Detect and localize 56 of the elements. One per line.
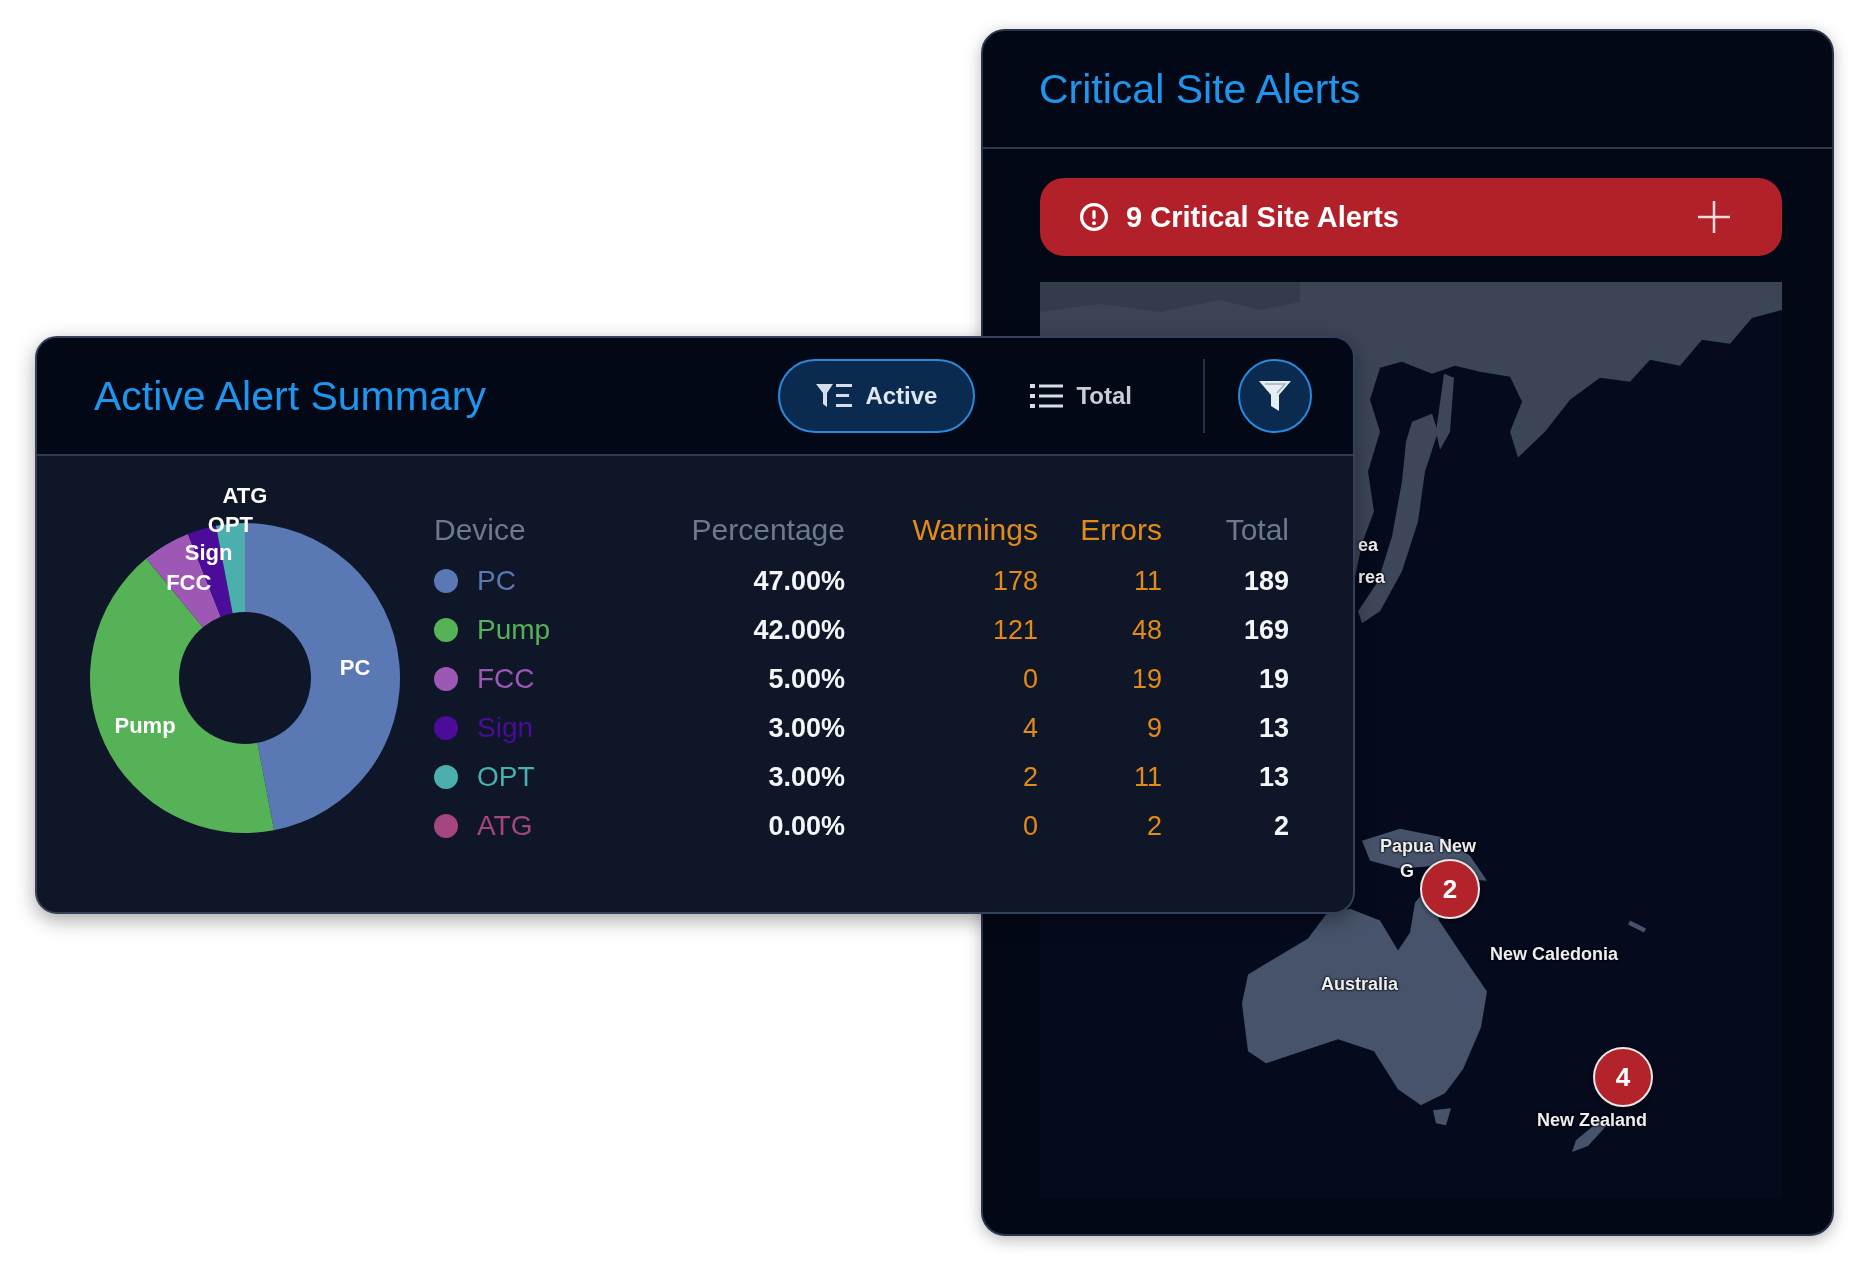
map-label: rea (1358, 566, 1386, 588)
map-label: New Zealand (1537, 1109, 1648, 1131)
device-name: ATG (477, 808, 533, 843)
table-cell-text: 2 (1273, 809, 1289, 843)
table-cell-text: 4 (1022, 711, 1038, 745)
panel-title: Active Alert Summary (94, 372, 486, 420)
table-cell-text: 3.00% (768, 711, 845, 745)
column-header: Device (434, 512, 526, 548)
alerts-banner[interactable]: 9 Critical Site Alerts (1040, 178, 1782, 256)
device-name: FCC (477, 661, 535, 696)
slice-label: ATG (222, 483, 268, 508)
table-cell-text: 178 (992, 564, 1038, 598)
column-header: Errors (1080, 512, 1162, 548)
table-cell-text: 11 (1133, 564, 1162, 598)
table-cell-text: 48 (1131, 613, 1162, 647)
table-cell-text: 189 (1243, 564, 1289, 598)
map-label: G (1400, 860, 1414, 882)
filter-icon (1259, 381, 1291, 411)
table-cell-text: 13 (1258, 760, 1289, 794)
list-icon (1030, 384, 1064, 408)
column-header: Warnings (912, 512, 1038, 548)
map-label: ea (1358, 534, 1379, 556)
table-cell-text: 11 (1133, 760, 1162, 794)
table-cell-text: 47.00% (753, 564, 845, 598)
slice-label: OPT (207, 511, 254, 537)
panel-title: Critical Site Alerts (1039, 65, 1361, 113)
table-cell-text: 0.00% (768, 809, 845, 843)
slice-label: PC (339, 655, 371, 681)
column-header: Total (1225, 512, 1289, 548)
table-cell-text: 42.00% (753, 613, 845, 647)
table-cell-text: 13 (1258, 711, 1289, 745)
view-tab[interactable]: Active (778, 359, 976, 433)
view-tab[interactable]: Total (992, 359, 1170, 433)
table-cell-text: 9 (1146, 711, 1162, 745)
table-cell-text: 19 (1258, 662, 1289, 696)
table-cell-text: 5.00% (768, 662, 845, 696)
table-cell-text: 0 (1022, 662, 1038, 696)
table-cell-text: 2 (1022, 760, 1038, 794)
filter-lines-icon (816, 383, 853, 409)
table-cell-text: 3.00% (768, 760, 845, 794)
table-cell-text: 2 (1146, 809, 1162, 843)
alert-icon (1080, 203, 1108, 231)
map-label: New Caledonia (1490, 943, 1619, 965)
slice-label: Pump (114, 712, 176, 738)
device-name: Pump (477, 612, 551, 647)
column-header: Percentage (691, 512, 845, 548)
map-label: Australia (1321, 973, 1399, 995)
table-cell-text: 121 (992, 613, 1038, 647)
map-label: Papua New (1380, 835, 1477, 857)
device-name: Sign (477, 710, 534, 745)
table-cell-text: 0 (1022, 809, 1038, 843)
table-cell-text: 169 (1243, 613, 1289, 647)
slice-label: FCC (166, 570, 212, 596)
table-cell-text: 19 (1131, 662, 1162, 696)
device-name: OPT (477, 759, 535, 794)
device-name: PC (477, 563, 516, 598)
